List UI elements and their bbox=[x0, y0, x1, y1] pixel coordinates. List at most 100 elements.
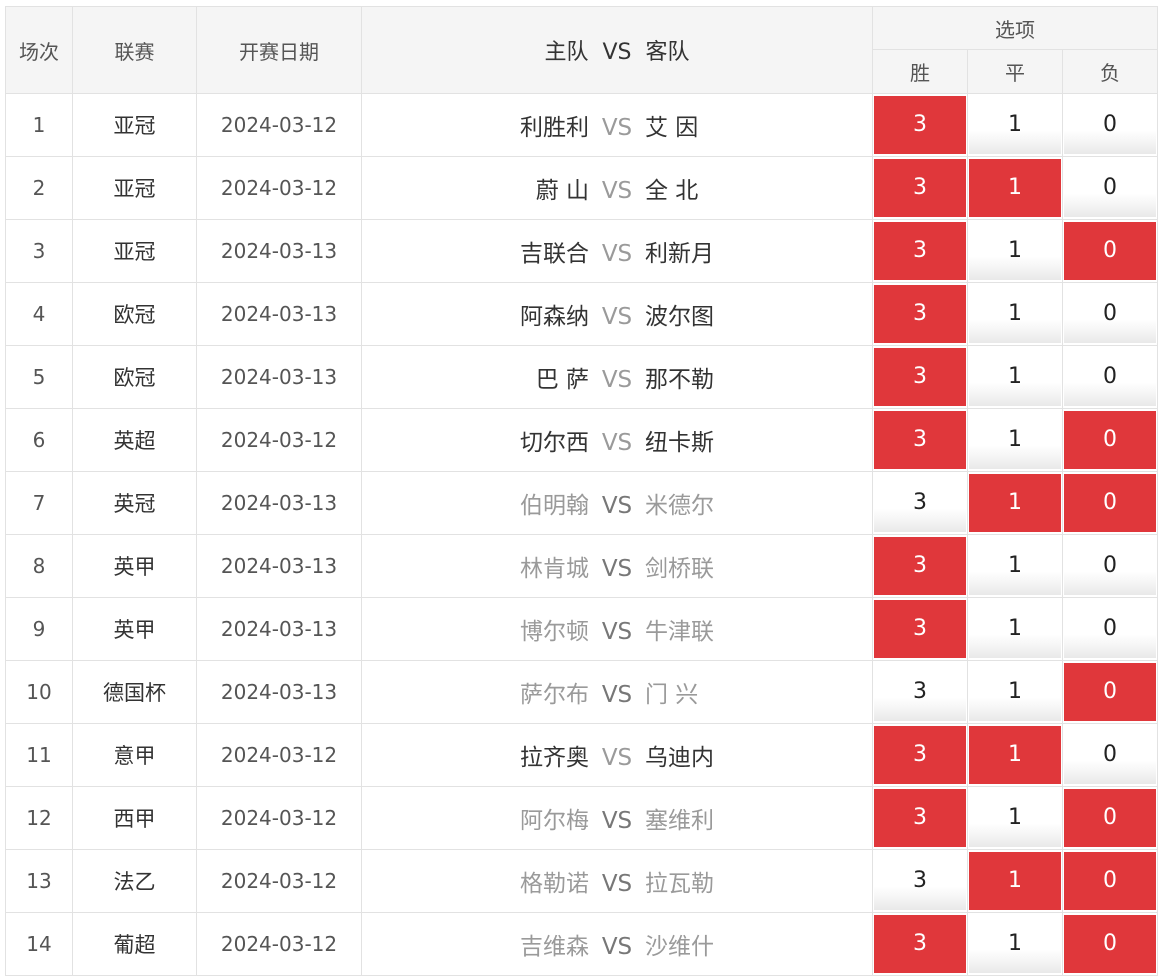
table-row: 2 亚冠 2024-03-12 蔚 山 VS 全 北 310 bbox=[5, 156, 1159, 220]
row-match: 吉联合 VS 利新月 bbox=[361, 219, 873, 283]
option-cell-win: 3 bbox=[872, 345, 968, 409]
pick-win-button[interactable]: 3 bbox=[874, 663, 966, 721]
option-cell-win: 3 bbox=[872, 408, 968, 472]
option-cell-draw: 1 bbox=[967, 156, 1063, 220]
row-match: 萨尔布 VS 门 兴 bbox=[361, 660, 873, 724]
pick-draw-button[interactable]: 1 bbox=[969, 915, 1061, 973]
pick-lose-button[interactable]: 0 bbox=[1064, 474, 1157, 532]
option-cell-win: 3 bbox=[872, 723, 968, 787]
home-team: 拉齐奥 bbox=[520, 745, 589, 771]
row-date: 2024-03-12 bbox=[196, 849, 362, 913]
pick-lose-button[interactable]: 0 bbox=[1064, 663, 1157, 721]
pick-win-button[interactable]: 3 bbox=[874, 411, 966, 469]
option-cell-lose: 0 bbox=[1061, 912, 1159, 976]
home-team: 阿森纳 bbox=[520, 304, 589, 330]
vs-label: VS bbox=[601, 871, 633, 897]
option-cell-win: 3 bbox=[872, 282, 968, 346]
row-league: 亚冠 bbox=[72, 219, 197, 283]
row-league: 德国杯 bbox=[72, 660, 197, 724]
pick-lose-button[interactable]: 0 bbox=[1064, 915, 1157, 973]
table-row: 5 欧冠 2024-03-13 巴 萨 VS 那不勒 3 1 0 bbox=[5, 345, 1159, 409]
pick-lose-button[interactable]: 0 bbox=[1064, 411, 1157, 469]
vs-label: VS bbox=[601, 115, 633, 141]
pick-lose-button[interactable]: 0 bbox=[1064, 222, 1157, 280]
pick-lose-button[interactable]: 0 bbox=[1064, 159, 1157, 217]
header-options: 选项 bbox=[871, 6, 1159, 50]
pick-draw-button[interactable]: 1 bbox=[969, 222, 1061, 280]
pick-draw-button[interactable]: 1 bbox=[969, 537, 1061, 595]
option-cell-win: 3 bbox=[872, 597, 968, 661]
pick-win-button[interactable]: 3 bbox=[874, 726, 966, 784]
table-row: 6 英超 2024-03-12 切尔西 VS 纽卡斯 3 1 0 bbox=[5, 408, 1159, 472]
option-cell-draw: 1 bbox=[967, 597, 1063, 661]
option-cell-lose: 0 bbox=[1061, 534, 1159, 598]
pick-draw-button[interactable]: 1 bbox=[969, 285, 1061, 343]
row-date: 2024-03-12 bbox=[196, 723, 362, 787]
row-match: 巴 萨 VS 那不勒 bbox=[361, 345, 873, 409]
pick-lose-button[interactable]: 0 bbox=[1064, 285, 1157, 343]
home-team: 巴 萨 bbox=[535, 367, 589, 393]
row-league: 欧冠 bbox=[72, 282, 197, 346]
row-date: 2024-03-12 bbox=[196, 408, 362, 472]
home-team: 林肯城 bbox=[520, 556, 589, 582]
away-team: 全 北 bbox=[645, 178, 699, 204]
table-row: 13 法乙 2024-03-12 格勒诺 VS 拉瓦勒 3 1 0 bbox=[5, 849, 1159, 913]
pick-win-button[interactable]: 3 bbox=[874, 537, 966, 595]
pick-win-button[interactable]: 3 bbox=[874, 96, 966, 154]
pick-lose-button[interactable]: 0 bbox=[1064, 789, 1157, 847]
pick-win-button[interactable]: 3 bbox=[874, 159, 966, 217]
pick-draw-button[interactable]: 1 bbox=[969, 474, 1061, 532]
pick-lose-button[interactable]: 0 bbox=[1064, 726, 1157, 784]
row-league: 西甲 bbox=[72, 786, 197, 850]
pick-draw-button[interactable]: 1 bbox=[969, 726, 1061, 784]
pick-lose-button[interactable]: 0 bbox=[1064, 600, 1157, 658]
pick-win-button[interactable]: 3 bbox=[874, 789, 966, 847]
pick-lose-button[interactable]: 0 bbox=[1064, 96, 1157, 154]
option-cell-draw: 1 bbox=[967, 849, 1063, 913]
pick-win-button[interactable]: 3 bbox=[874, 915, 966, 973]
vs-label: VS bbox=[601, 745, 633, 771]
option-cell-win: 3 bbox=[872, 786, 968, 850]
pick-lose-button[interactable]: 0 bbox=[1064, 537, 1157, 595]
away-team: 利新月 bbox=[645, 241, 714, 267]
away-team: 米德尔 bbox=[645, 493, 714, 519]
pick-draw-button[interactable]: 1 bbox=[969, 852, 1061, 910]
option-cell-lose: 0 bbox=[1061, 786, 1159, 850]
row-date: 2024-03-13 bbox=[196, 660, 362, 724]
pick-win-button[interactable]: 3 bbox=[874, 600, 966, 658]
pick-win-button[interactable]: 3 bbox=[874, 222, 966, 280]
option-cell-draw: 1 bbox=[967, 471, 1063, 535]
row-index: 5 bbox=[5, 345, 73, 409]
row-date: 2024-03-13 bbox=[196, 345, 362, 409]
pick-draw-button[interactable]: 1 bbox=[969, 411, 1061, 469]
pick-draw-button[interactable]: 1 bbox=[969, 600, 1061, 658]
pick-win-button[interactable]: 3 bbox=[874, 852, 966, 910]
option-cell-lose: 0 bbox=[1061, 723, 1159, 787]
pick-draw-button[interactable]: 1 bbox=[969, 663, 1061, 721]
option-cell-lose: 0 bbox=[1061, 408, 1159, 472]
row-index: 9 bbox=[5, 597, 73, 661]
row-date: 2024-03-13 bbox=[196, 282, 362, 346]
pick-draw-button[interactable]: 1 bbox=[969, 159, 1061, 217]
betting-table-container: 场次 联赛 开赛日期 主队 VS 客队 选项 胜 平 负 1 亚冠 2024-03-… bbox=[5, 6, 1159, 976]
pick-win-button[interactable]: 3 bbox=[874, 348, 966, 406]
option-cell-lose: 0 bbox=[1061, 345, 1159, 409]
pick-lose-button[interactable]: 0 bbox=[1064, 852, 1157, 910]
pick-draw-button[interactable]: 1 bbox=[969, 96, 1061, 154]
pick-draw-button[interactable]: 1 bbox=[969, 789, 1061, 847]
pick-draw-button[interactable]: 1 bbox=[969, 348, 1061, 406]
option-cell-draw: 1 bbox=[967, 408, 1063, 472]
option-cell-win: 3 bbox=[872, 849, 968, 913]
row-league: 英超 bbox=[72, 408, 197, 472]
row-index: 13 bbox=[5, 849, 73, 913]
table-row: 11 意甲 2024-03-12 拉齐奥 VS 乌迪内 3 1 0 bbox=[5, 723, 1159, 787]
row-league: 意甲 bbox=[72, 723, 197, 787]
row-league: 欧冠 bbox=[72, 345, 197, 409]
pick-win-button[interactable]: 3 bbox=[874, 285, 966, 343]
option-cell-lose: 0 bbox=[1061, 219, 1159, 283]
pick-lose-button[interactable]: 0 bbox=[1064, 348, 1157, 406]
row-match: 伯明翰 VS 米德尔 bbox=[361, 471, 873, 535]
table-row: 14 葡超 2024-03-12 吉维森 VS 沙维什 3 1 0 bbox=[5, 912, 1159, 976]
pick-win-button[interactable]: 3 bbox=[874, 474, 966, 532]
option-cell-draw: 1 bbox=[967, 282, 1063, 346]
